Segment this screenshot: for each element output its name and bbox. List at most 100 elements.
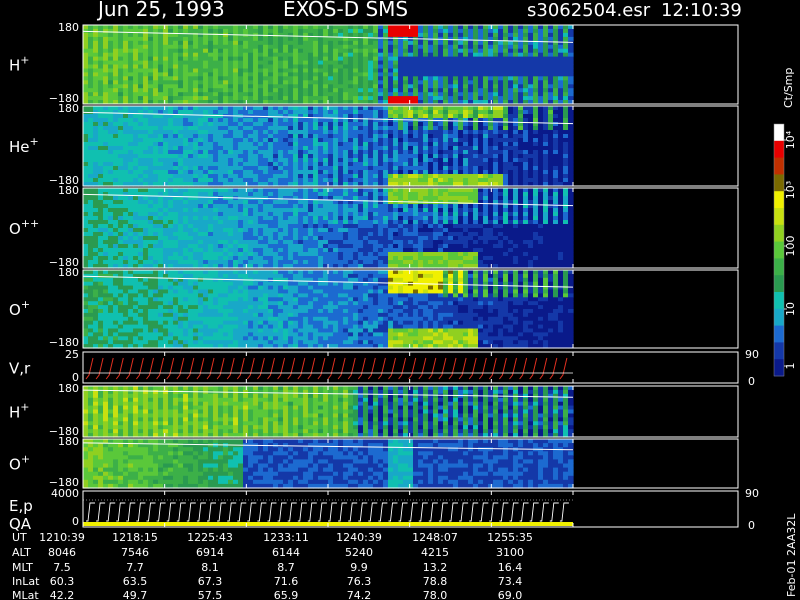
spectrogram-cell (103, 196, 109, 201)
spectrogram-cell (133, 72, 139, 77)
spectrogram-cell (253, 64, 259, 69)
spectrogram-cell (418, 52, 424, 58)
spectrogram-cell (213, 248, 219, 253)
spectrogram-cell (418, 130, 424, 135)
spectrogram-cell (308, 44, 314, 50)
spectrogram-cell (248, 130, 254, 135)
spectrogram-cell (343, 134, 349, 139)
spectrogram-cell (258, 240, 264, 245)
spectrogram-cell (88, 188, 94, 193)
spectrogram-cell (278, 76, 284, 81)
spectrogram-cell (258, 216, 264, 221)
spectrogram-cell (388, 25, 394, 30)
spectrogram-cell (138, 154, 144, 159)
spectrogram-cell (318, 60, 324, 66)
spectrogram-cell (243, 52, 249, 58)
spectrogram-cell (263, 256, 269, 261)
spectrogram-cell (473, 80, 479, 85)
spectrogram-cell (378, 80, 384, 85)
spectrogram-cell (248, 216, 254, 221)
spectrogram-cell (393, 80, 399, 85)
spectrogram-cell (273, 52, 279, 58)
spectrogram-cell (308, 154, 314, 159)
spectrogram-cell (543, 84, 549, 89)
spectrogram-cell (188, 122, 194, 127)
spectrogram-cell (308, 72, 314, 77)
spectrogram-cell (308, 220, 314, 225)
spectrogram-cell (283, 72, 289, 77)
spectrogram-cell (353, 166, 359, 171)
spectrogram-cell (498, 84, 504, 89)
spectrogram-cell (83, 56, 89, 62)
spectrogram-cell (268, 146, 274, 151)
spectrogram-cell (358, 52, 364, 58)
spectrogram-cell (168, 80, 174, 85)
spectrogram-cell (168, 166, 174, 171)
spectrogram-cell (298, 110, 304, 115)
spectrogram-cell (463, 114, 469, 119)
spectrogram-cell (198, 260, 204, 265)
spectrogram-cell (438, 56, 444, 62)
spectrogram-cell (373, 134, 379, 139)
spectrogram-cell (238, 92, 244, 97)
spectrogram-cell (468, 138, 474, 143)
spectrogram-cell (538, 162, 544, 167)
spectrogram-cell (93, 88, 99, 93)
spectrogram-cell (538, 28, 544, 34)
spectrogram-cell (253, 166, 259, 171)
spectrogram-cell (258, 192, 264, 197)
spectrogram-cell (253, 174, 259, 179)
spectrogram-cell (278, 232, 284, 237)
spectrogram-cell (233, 166, 239, 171)
spectrogram-cell (353, 126, 359, 131)
spectrogram-cell (163, 228, 169, 233)
spectrogram-cell (318, 252, 324, 257)
spectrogram-cell (298, 260, 304, 265)
spectrogram-cell (463, 96, 469, 101)
spectrogram-cell (373, 166, 379, 171)
spectrogram-cell (513, 114, 519, 119)
spectrogram-cell (458, 134, 464, 139)
spectrogram-cell (263, 146, 269, 151)
spectrogram-cell (248, 236, 254, 241)
spectrogram-cell (128, 196, 134, 201)
spectrogram-cell (88, 232, 94, 237)
spectrogram-cell (533, 138, 539, 143)
spectrogram-cell (388, 60, 394, 66)
spectrogram-cell (123, 256, 129, 261)
spectrogram-cell (188, 158, 194, 163)
spectrogram-cell (333, 96, 339, 101)
spectrogram-cell (248, 84, 254, 89)
spectrogram-cell (253, 40, 259, 46)
spectrogram-cell (93, 40, 99, 46)
spectrogram-cell (393, 40, 399, 46)
spectrogram-cell (253, 232, 259, 237)
spectrogram-cell (83, 64, 89, 69)
spectrogram-cell (133, 244, 139, 249)
spectrogram-cell (228, 36, 234, 42)
spectrogram-cell (243, 192, 249, 197)
spectrogram-cell (563, 150, 569, 155)
spectrogram-cell (93, 228, 99, 233)
spectrogram-cell (153, 252, 159, 257)
spectrogram-cell (323, 92, 329, 97)
spectrogram-cell (288, 244, 294, 249)
spectrogram-cell (493, 72, 499, 77)
spectrogram-cell (338, 216, 344, 221)
spectrogram-cell (128, 64, 134, 69)
spectrogram-cell (498, 126, 504, 131)
spectrogram-cell (133, 88, 139, 93)
spectrogram-cell (123, 196, 129, 201)
spectrogram-cell (463, 44, 469, 50)
spectrogram-cell (358, 44, 364, 50)
spectrogram-cell (373, 44, 379, 50)
spectrogram-cell (118, 224, 124, 229)
spectrogram-cell (458, 36, 464, 42)
spectrogram-cell (488, 32, 494, 38)
spectrogram-cell (318, 76, 324, 81)
spectrogram-cell (423, 138, 429, 143)
spectrogram-cell (483, 146, 489, 151)
spectrogram-cell (223, 25, 229, 30)
spectrogram-cell (118, 52, 124, 58)
spectrogram-cell (128, 146, 134, 151)
